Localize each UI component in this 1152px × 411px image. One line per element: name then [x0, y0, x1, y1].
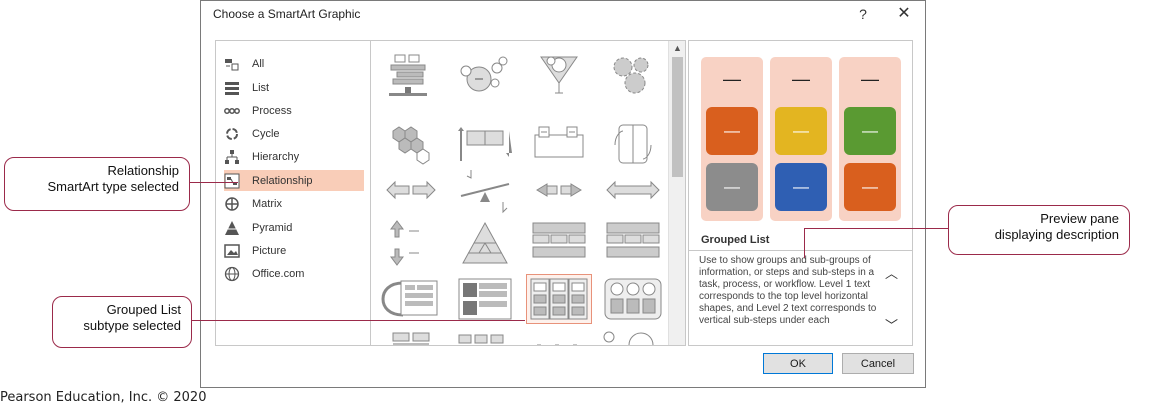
layout-thumbnail[interactable]	[601, 168, 665, 216]
chevron-up-icon[interactable]: ︿	[885, 263, 898, 282]
matrix-icon	[224, 196, 240, 212]
callout-preview-pane: Preview pane displaying description	[948, 205, 1130, 255]
relationship-icon	[224, 173, 240, 189]
layout-thumbnail[interactable]	[601, 275, 665, 323]
category-label: List	[252, 81, 270, 94]
layout-thumbnail[interactable]	[453, 51, 517, 99]
layout-thumbnail[interactable]	[601, 329, 665, 345]
layout-thumbnail[interactable]	[453, 329, 517, 345]
smartart-dialog: Choose a SmartArt Graphic ? ✕ All List P…	[200, 0, 926, 388]
category-label: Process	[252, 104, 292, 117]
category-item-all[interactable]: All	[224, 53, 364, 74]
preview-dash: —	[862, 123, 878, 140]
callout-line: subtype selected	[83, 318, 181, 333]
layout-thumbnail[interactable]	[601, 51, 665, 99]
category-item-process[interactable]: Process	[224, 100, 364, 121]
layout-thumbnail[interactable]	[527, 219, 591, 267]
hierarchy-icon	[224, 149, 240, 165]
description-text: Use to show groups and sub-groups of inf…	[699, 255, 877, 326]
gallery-scrollbar[interactable]: ▲	[668, 41, 685, 345]
callout-line: Grouped List	[106, 302, 181, 317]
preview-dash: —	[723, 69, 741, 89]
layout-thumbnail[interactable]	[527, 51, 591, 99]
description-box[interactable]: Use to show groups and sub-groups of inf…	[689, 250, 912, 345]
category-label: All	[252, 57, 265, 70]
category-item-office-com[interactable]: Office.com	[224, 263, 364, 284]
preview-dash: —	[792, 69, 810, 89]
preview-dash: —	[724, 123, 740, 140]
callout-relationship: Relationship SmartArt type selected	[4, 157, 190, 211]
layout-thumbnail[interactable]	[453, 219, 517, 267]
callout-leader-line	[190, 182, 238, 183]
category-label: Hierarchy	[252, 150, 300, 163]
category-item-pyramid[interactable]: Pyramid	[224, 217, 364, 238]
preview-layout-name: Grouped List	[701, 234, 770, 246]
callout-line: Relationship	[107, 163, 179, 178]
picture-icon	[224, 243, 240, 259]
cycle-icon	[224, 126, 240, 142]
layout-thumbnail[interactable]	[379, 121, 443, 169]
category-item-hierarchy[interactable]: Hierarchy	[224, 146, 364, 167]
callout-line: SmartArt type selected	[47, 179, 180, 194]
callout-leader-line	[804, 228, 948, 229]
category-item-cycle[interactable]: Cycle	[224, 123, 364, 144]
preview-dash: —	[724, 179, 740, 196]
process-icon	[224, 103, 240, 119]
callout-leader-line	[804, 228, 805, 258]
help-button[interactable]: ?	[852, 3, 874, 25]
layout-thumbnail[interactable]	[453, 121, 517, 169]
category-label: Office.com	[252, 267, 305, 280]
category-label: Relationship	[252, 174, 313, 187]
preview-dash: —	[793, 179, 809, 196]
category-item-relationship[interactable]: Relationship	[224, 170, 364, 191]
scroll-up-arrow-icon[interactable]: ▲	[673, 43, 682, 53]
globe-icon	[224, 266, 240, 282]
preview-dash: —	[861, 69, 879, 89]
gallery-scroll-thumb[interactable]	[672, 57, 683, 177]
layout-gallery: ▲	[370, 40, 686, 346]
category-label: Matrix	[252, 197, 282, 210]
callout-leader-line	[192, 320, 525, 321]
layout-thumbnail[interactable]	[379, 329, 443, 345]
category-label: Pyramid	[252, 221, 293, 234]
grouped-list-preview: — — — — — — — — —	[701, 57, 901, 221]
cancel-button[interactable]: Cancel	[842, 353, 914, 374]
layout-thumbnail[interactable]	[601, 219, 665, 267]
layout-thumbnail[interactable]	[601, 121, 665, 169]
category-label: Picture	[252, 244, 287, 257]
preview-dash: —	[793, 123, 809, 140]
close-button[interactable]: ✕	[893, 3, 915, 25]
layout-thumbnail[interactable]	[379, 51, 443, 99]
preview-dash: —	[862, 179, 878, 196]
ok-button[interactable]: OK	[763, 353, 833, 374]
copyright-credit: Pearson Education, Inc. © 2020	[0, 390, 207, 405]
layout-thumbnail[interactable]	[379, 168, 443, 216]
layout-thumbnail[interactable]	[527, 329, 591, 345]
dialog-title: Choose a SmartArt Graphic	[213, 7, 361, 21]
layout-thumbnail[interactable]	[527, 168, 591, 216]
list-icon	[224, 80, 240, 96]
callout-line: Preview pane	[1040, 211, 1119, 226]
pyramid-icon	[224, 220, 240, 236]
preview-pane: — — — — — — — — — Grouped List Use to sh…	[688, 40, 913, 346]
category-list: All List Process Cycle Hierarchy Relatio…	[215, 40, 371, 346]
all-icon	[224, 56, 240, 72]
layout-thumbnail[interactable]	[379, 219, 443, 267]
category-item-list[interactable]: List	[224, 77, 364, 98]
layout-thumbnail[interactable]	[379, 275, 443, 323]
layout-thumbnail[interactable]	[453, 275, 517, 323]
category-label: Cycle	[252, 127, 280, 140]
layout-thumbnail[interactable]	[527, 121, 591, 169]
callout-line: displaying description	[994, 227, 1119, 242]
layout-thumbnail-grouped-list[interactable]	[526, 274, 592, 324]
chevron-down-icon[interactable]: ﹀	[885, 315, 898, 334]
category-item-matrix[interactable]: Matrix	[224, 193, 364, 214]
category-item-picture[interactable]: Picture	[224, 240, 364, 261]
callout-grouped-list: Grouped List subtype selected	[52, 296, 192, 348]
layout-thumbnail[interactable]	[453, 168, 517, 216]
